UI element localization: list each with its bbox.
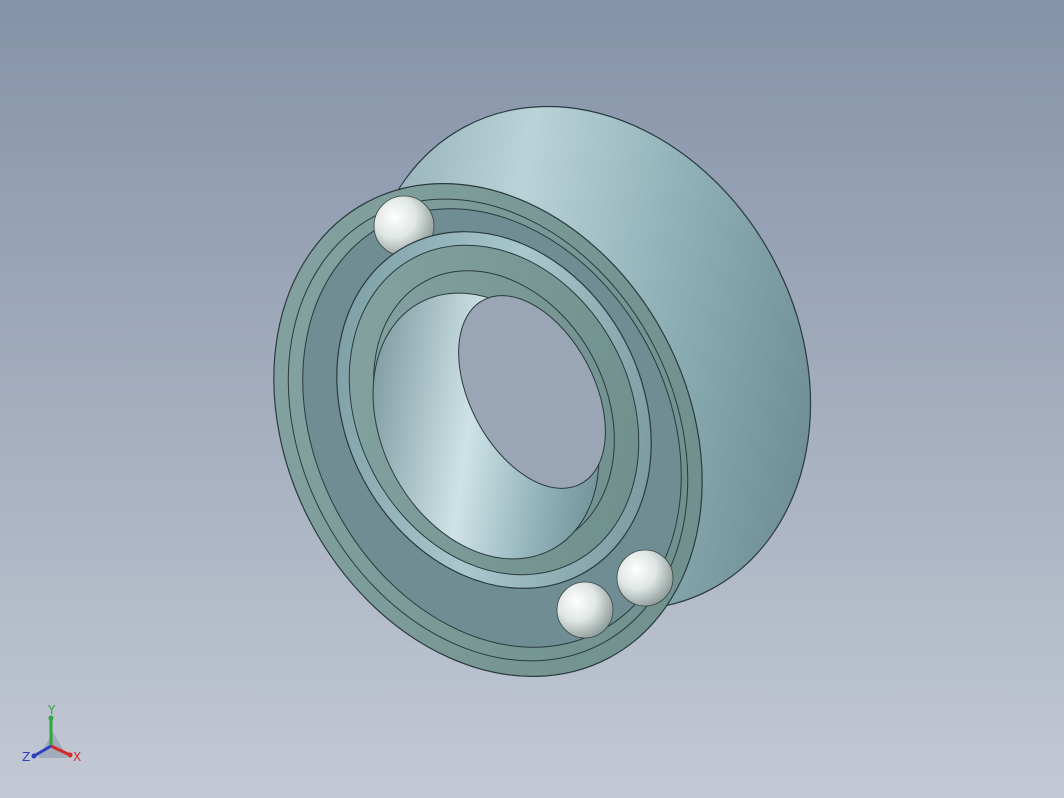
z-axis-label: Z bbox=[22, 750, 30, 764]
ball bbox=[616, 549, 674, 607]
ball bbox=[556, 581, 614, 639]
z-axis-tip-icon bbox=[31, 753, 37, 759]
graphics-viewport[interactable]: Y X Z bbox=[0, 0, 1064, 798]
y-axis-label: Y bbox=[47, 703, 56, 717]
bearing-model[interactable] bbox=[0, 0, 1064, 798]
x-axis-tip-icon bbox=[67, 752, 73, 758]
x-axis-label: X bbox=[73, 750, 81, 764]
orientation-triad[interactable]: Y X Z bbox=[18, 700, 88, 770]
triad-base-icon bbox=[38, 732, 68, 758]
